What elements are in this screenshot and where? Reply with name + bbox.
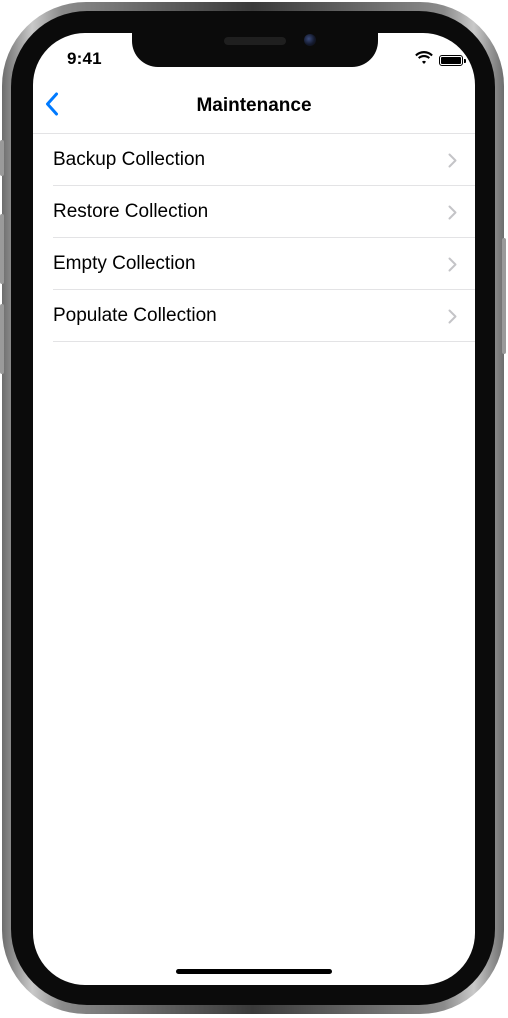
wifi-icon — [415, 51, 433, 69]
chevron-right-icon — [448, 309, 457, 329]
status-icons — [415, 51, 466, 69]
chevron-right-icon — [448, 205, 457, 225]
speaker-grille — [224, 37, 286, 45]
maintenance-list: Backup Collection Restore Collection Emp… — [33, 134, 475, 342]
power-button — [502, 238, 506, 354]
list-item-backup-collection[interactable]: Backup Collection — [33, 134, 475, 186]
chevron-right-icon — [448, 257, 457, 277]
list-item-label: Backup Collection — [53, 149, 206, 170]
battery-icon — [439, 54, 466, 66]
volume-down-button — [0, 304, 4, 374]
status-time: 9:41 — [67, 49, 102, 68]
volume-up-button — [0, 214, 4, 284]
list-item-label: Populate Collection — [53, 305, 217, 326]
screen: 9:41 Maintenance Backup Collection Resto… — [33, 33, 475, 985]
chevron-right-icon — [448, 153, 457, 173]
page-title: Maintenance — [196, 95, 312, 116]
list-item-label: Empty Collection — [53, 253, 196, 274]
list-item-label: Restore Collection — [53, 201, 209, 222]
front-camera — [304, 34, 316, 46]
navigation-bar: Maintenance — [33, 77, 475, 134]
home-indicator[interactable] — [176, 969, 332, 974]
notch — [132, 33, 378, 67]
list-item-populate-collection[interactable]: Populate Collection — [33, 290, 475, 342]
silent-switch — [0, 140, 4, 176]
list-item-empty-collection[interactable]: Empty Collection — [33, 238, 475, 290]
list-item-restore-collection[interactable]: Restore Collection — [33, 186, 475, 238]
